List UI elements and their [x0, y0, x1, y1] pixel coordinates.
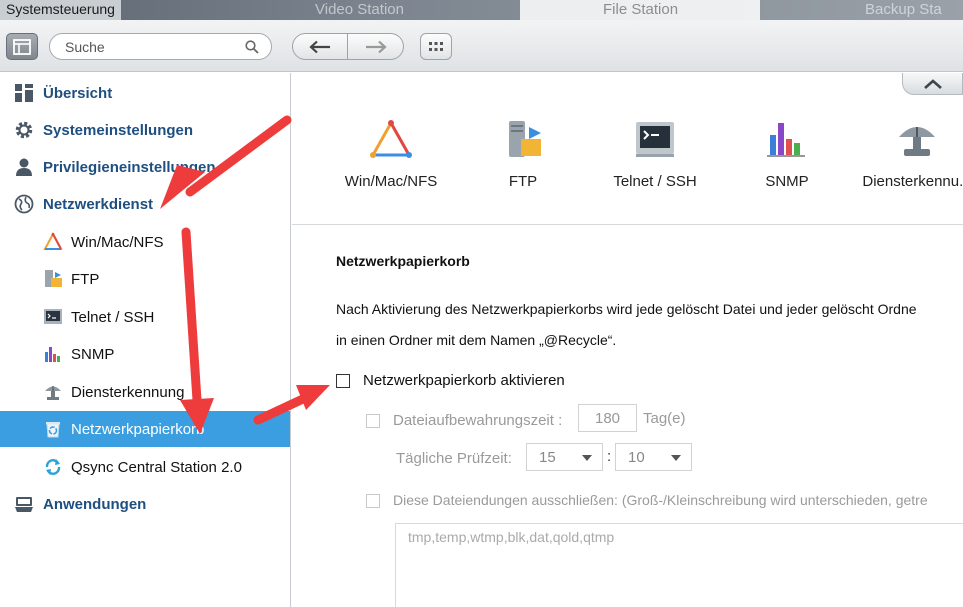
sidebar-item-label: Win/Mac/NFS — [71, 233, 164, 251]
service-label: FTP — [508, 173, 538, 190]
time-separator: : — [607, 448, 612, 465]
dropdown-arrow-icon — [582, 455, 592, 461]
sidebar-item-label: Systemeinstellungen — [43, 121, 194, 139]
sidebar-item-label: FTP — [71, 270, 100, 288]
service-label: Win/Mac/NFS — [344, 173, 438, 190]
layout-panel-icon — [13, 38, 31, 55]
service-snmp[interactable]: SNMP — [722, 113, 852, 193]
service-label: Telnet / SSH — [613, 173, 697, 190]
sidebar-item-qsync[interactable]: Qsync Central Station 2.0 — [0, 449, 290, 485]
exclude-extensions-textarea[interactable]: tmp,temp,wtmp,blk,dat,qold,qtmp — [395, 523, 963, 607]
collapse-iconbar-button[interactable] — [902, 73, 963, 95]
exclude-extensions-checkbox[interactable] — [366, 494, 380, 508]
arrow-right-icon — [365, 40, 387, 53]
sidebar-item-netzwerkpapierkorb[interactable]: Netzwerkpapierkorb — [0, 411, 290, 447]
triangle-network-icon — [43, 232, 63, 252]
grid-dots-icon — [429, 41, 443, 51]
description-line-1: Nach Aktivierung des Netzwerkpapierkorbs… — [336, 301, 917, 317]
service-icon-bar: Win/Mac/NFS FTP Telnet / SSH SNMP Dienst… — [292, 73, 963, 225]
chevron-up-icon — [923, 78, 942, 89]
sidebar-item-label: Diensterkennung — [71, 383, 185, 401]
triangle-network-icon — [365, 113, 417, 165]
dropdown-arrow-icon — [671, 455, 681, 461]
main-content: Win/Mac/NFS FTP Telnet / SSH SNMP Dienst… — [292, 73, 963, 607]
sidebar-item-diensterkennung[interactable]: Diensterkennung — [0, 374, 290, 410]
apps-grid-button[interactable] — [420, 33, 452, 60]
retention-unit: Tag(e) — [643, 410, 686, 427]
check-time-label: Tägliche Prüfzeit: — [396, 450, 512, 467]
sidebar-item-label: Netzwerkdienst — [43, 195, 154, 213]
enable-recycle-bin-checkbox[interactable] — [336, 374, 350, 388]
check-minute-select[interactable]: 10 — [615, 443, 692, 471]
search-input[interactable] — [65, 39, 245, 55]
section-title: Netzwerkpapierkorb — [336, 253, 470, 269]
service-diensterkennung[interactable]: Diensterkennu... — [852, 113, 963, 193]
sidebar-item-label: Übersicht — [43, 84, 113, 102]
search-box[interactable] — [49, 33, 272, 60]
sidebar-item-label: Privilegieneinstellungen — [43, 158, 216, 176]
user-icon — [14, 157, 34, 177]
service-ftp[interactable]: FTP — [458, 113, 588, 193]
window-tab-strip: Video Station File Station Backup Sta Sy… — [0, 0, 963, 20]
sidebar-item-ftp[interactable]: FTP — [0, 261, 290, 297]
sidebar-item-snmp[interactable]: SNMP — [0, 336, 290, 372]
sidebar-item-label: Telnet / SSH — [71, 308, 155, 326]
bar-chart-icon — [43, 344, 63, 364]
tab-backup-station[interactable]: Backup Sta — [865, 1, 942, 18]
sidebar-item-telnet-ssh[interactable]: Telnet / SSH — [0, 299, 290, 335]
description-line-2: in einen Ordner mit dem Namen „@Recycle“… — [336, 332, 617, 348]
sidebar-item-netzwerkdienst[interactable]: Netzwerkdienst — [0, 186, 290, 222]
ftp-server-icon — [497, 113, 549, 165]
satellite-dish-icon — [43, 382, 63, 402]
sidebar-item-uebersicht[interactable]: Übersicht — [0, 75, 290, 111]
sidebar-item-label: Netzwerkpapierkorb — [71, 420, 205, 438]
toolbar — [0, 20, 963, 72]
sidebar-item-privilegieneinstellungen[interactable]: Privilegieneinstellungen — [0, 149, 290, 185]
terminal-icon — [43, 307, 63, 327]
exclude-extensions-value: tmp,temp,wtmp,blk,dat,qold,qtmp — [408, 529, 615, 545]
sync-icon — [43, 457, 63, 477]
window-title: Systemsteuerung — [0, 0, 121, 20]
exclude-extensions-label: Diese Dateiendungen ausschließen: (Groß-… — [393, 492, 928, 508]
retention-days-input[interactable] — [578, 404, 637, 432]
sidebar-item-anwendungen[interactable]: Anwendungen — [0, 486, 290, 522]
tab-video-station[interactable]: Video Station — [315, 1, 404, 18]
forward-button[interactable] — [348, 33, 404, 60]
check-hour-value: 15 — [539, 449, 556, 466]
gear-icon — [14, 120, 34, 140]
back-button[interactable] — [292, 33, 348, 60]
check-hour-select[interactable]: 15 — [526, 443, 603, 471]
service-telnet-ssh[interactable]: Telnet / SSH — [590, 113, 720, 193]
sidebar-item-label: Anwendungen — [43, 495, 147, 513]
sidebar: Übersicht Systemeinstellungen Privilegie… — [0, 73, 291, 607]
sidebar-item-systemeinstellungen[interactable]: Systemeinstellungen — [0, 112, 290, 148]
layout-toggle-button[interactable] — [6, 33, 38, 60]
service-win-mac-nfs[interactable]: Win/Mac/NFS — [326, 113, 456, 193]
ftp-server-icon — [43, 269, 63, 289]
arrow-left-icon — [309, 40, 330, 53]
terminal-icon — [629, 113, 681, 165]
service-label: SNMP — [765, 173, 809, 190]
satellite-dish-icon — [891, 113, 943, 165]
sidebar-item-label: Qsync Central Station 2.0 — [71, 458, 242, 476]
search-icon[interactable] — [245, 40, 259, 54]
sidebar-item-label: SNMP — [71, 345, 115, 363]
settings-panel: Netzwerkpapierkorb Nach Aktivierung des … — [292, 226, 963, 607]
bar-chart-icon — [761, 113, 813, 165]
service-label: Diensterkennu... — [862, 173, 963, 190]
retention-label: Dateiaufbewahrungszeit : — [393, 412, 563, 429]
overview-grid-icon — [14, 83, 34, 103]
recycle-bin-icon — [43, 419, 63, 439]
globe-icon — [14, 194, 34, 214]
check-minute-value: 10 — [628, 449, 645, 466]
retention-checkbox[interactable] — [366, 414, 380, 428]
sidebar-item-win-mac-nfs[interactable]: Win/Mac/NFS — [0, 224, 290, 260]
enable-recycle-bin-label: Netzwerkpapierkorb aktivieren — [363, 372, 565, 389]
applications-icon — [14, 494, 34, 514]
tab-file-station[interactable]: File Station — [603, 1, 678, 18]
